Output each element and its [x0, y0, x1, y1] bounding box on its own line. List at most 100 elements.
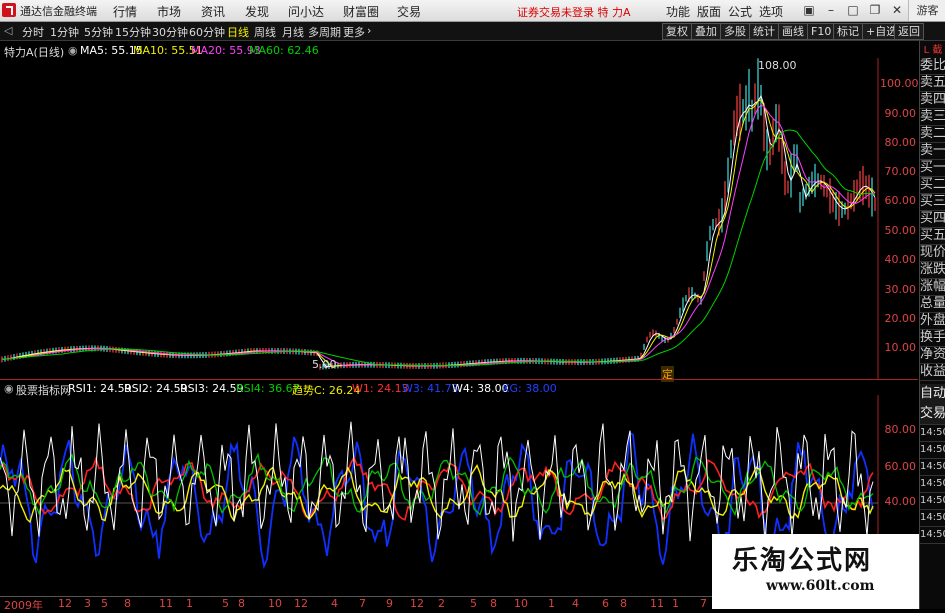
- period-5min[interactable]: 5分钟: [84, 24, 113, 40]
- sidebar-item-5[interactable]: 卖一: [920, 142, 945, 160]
- restore-icon[interactable]: ❐: [866, 2, 884, 18]
- menu-market[interactable]: 市场: [157, 3, 181, 20]
- mark-button[interactable]: 标记: [833, 23, 863, 40]
- f10-button[interactable]: F10: [807, 23, 836, 40]
- date-label: 3: [84, 597, 91, 610]
- sidebar-item-11[interactable]: 现价: [920, 244, 945, 262]
- date-label: 5: [222, 597, 229, 610]
- sidebar-item-6[interactable]: 买一: [920, 159, 945, 177]
- menu-trade[interactable]: 交易: [397, 3, 421, 20]
- date-label: 6: [602, 597, 609, 610]
- period-15min[interactable]: 15分钟: [115, 24, 151, 40]
- panel-divider: [0, 379, 918, 380]
- sidebar-item-12[interactable]: 涨跌: [920, 261, 945, 279]
- period-monthly[interactable]: 月线: [282, 24, 304, 40]
- menu-ask[interactable]: 问小达: [288, 3, 324, 20]
- date-label: 1: [548, 597, 555, 610]
- sidebar-item-17[interactable]: 净资: [920, 346, 945, 364]
- period-multi[interactable]: 多周期: [308, 24, 341, 40]
- sidebar-item-16[interactable]: 换手: [920, 329, 945, 347]
- period-60min[interactable]: 60分钟: [189, 24, 225, 40]
- minimize-icon[interactable]: –: [822, 2, 840, 18]
- sidebar-trade[interactable]: 交易: [920, 404, 945, 425]
- maximize-icon[interactable]: □: [844, 2, 862, 18]
- date-label: 2009年: [4, 599, 43, 612]
- menu-news[interactable]: 资讯: [201, 3, 225, 20]
- sidebar-time-5: 14:50: [920, 509, 945, 527]
- sidebar-item-1[interactable]: 卖五: [920, 74, 945, 92]
- period-1min[interactable]: 1分钟: [50, 24, 79, 40]
- date-label: 4: [572, 597, 579, 610]
- menu-function[interactable]: 功能: [666, 3, 690, 20]
- date-label: 1: [186, 597, 193, 610]
- date-label: 7: [700, 597, 707, 610]
- date-label: 8: [490, 597, 497, 610]
- menu-wealth[interactable]: 财富圈: [343, 3, 379, 20]
- sidebar-item-9[interactable]: 买四: [920, 210, 945, 228]
- w4-value: W4: 38.00: [452, 382, 509, 395]
- menu-options[interactable]: 选项: [759, 3, 783, 20]
- sidebar-item-18[interactable]: 收益: [920, 363, 945, 381]
- sidebar-time-6: 14:50: [920, 526, 945, 544]
- price-axis-label: 50.00: [884, 224, 917, 237]
- ma60-line: [1, 129, 876, 367]
- period-weekly[interactable]: 周线: [254, 24, 276, 40]
- overlay-button[interactable]: 叠加: [691, 23, 721, 40]
- period-tick[interactable]: 分时: [22, 24, 44, 40]
- date-label: 8: [620, 597, 627, 610]
- sidebar-top-label[interactable]: L 截: [920, 41, 945, 57]
- date-label: 10: [268, 597, 282, 610]
- sidebar-item-15[interactable]: 外盘: [920, 312, 945, 330]
- sidebar-item-0[interactable]: 委比: [920, 57, 945, 75]
- menu-layout[interactable]: 版面: [697, 3, 721, 20]
- date-label: 8: [238, 597, 245, 610]
- login-warning[interactable]: 证券交易未登录 特 力A: [517, 4, 631, 20]
- indicator-axis-label: 80.00: [884, 423, 917, 436]
- menu-discover[interactable]: 发现: [245, 3, 269, 20]
- price-axis-label: 30.00: [884, 283, 917, 296]
- sidebar-time-4: 14:50: [920, 492, 945, 510]
- sidebar-item-14[interactable]: 总量: [920, 295, 945, 313]
- app-logo-icon: [2, 3, 16, 17]
- skin-icon[interactable]: ▣: [800, 2, 818, 18]
- draw-button[interactable]: 画线: [778, 23, 808, 40]
- sidebar-item-13[interactable]: 涨幅: [920, 278, 945, 296]
- price-axis-label: 40.00: [884, 253, 917, 266]
- indicator-toggle-icon[interactable]: ◉: [4, 382, 14, 395]
- w3-value: W3: 41.73: [402, 382, 459, 395]
- price-chart[interactable]: [0, 58, 918, 380]
- period-30min[interactable]: 30分钟: [152, 24, 188, 40]
- price-axis-label: 100.00: [880, 77, 919, 90]
- sidebar-time-2: 14:50: [920, 458, 945, 476]
- sidebar-item-2[interactable]: 卖四: [920, 91, 945, 109]
- date-label: 7: [359, 597, 366, 610]
- period-daily[interactable]: 日线: [227, 24, 249, 40]
- multi-stock-button[interactable]: 多股: [720, 23, 750, 40]
- sidebar-item-3[interactable]: 卖三: [920, 108, 945, 126]
- stats-button[interactable]: 统计: [749, 23, 779, 40]
- xg-value: XG: 38.00: [502, 382, 557, 395]
- price-axis-label: 10.00: [884, 341, 917, 354]
- ma-toggle-icon[interactable]: ◉: [68, 44, 78, 57]
- close-icon[interactable]: ✕: [888, 2, 906, 18]
- period-more[interactable]: 更多: [343, 24, 365, 40]
- menu-formula[interactable]: 公式: [728, 3, 752, 20]
- prev-arrow-icon[interactable]: ◁: [4, 24, 12, 37]
- more-arrow-icon[interactable]: ›: [367, 24, 371, 37]
- date-label: 10: [514, 597, 528, 610]
- back-button[interactable]: 返回: [894, 23, 924, 40]
- guest-button[interactable]: 游客: [908, 0, 945, 21]
- watermark-title: 乐淘公式网: [732, 546, 873, 576]
- date-label: 4: [331, 597, 338, 610]
- period-toolbar: ◁ 分时 1分钟 5分钟 15分钟 30分钟 60分钟 日线 周线 月线 多周期…: [0, 22, 945, 41]
- sidebar-item-7[interactable]: 买二: [920, 176, 945, 194]
- sidebar-item-10[interactable]: 买五: [920, 227, 945, 245]
- date-label: 8: [124, 597, 131, 610]
- peak-price-label: 108.00: [758, 59, 797, 72]
- sidebar-auto[interactable]: 自动: [920, 384, 945, 405]
- date-label: 5: [470, 597, 477, 610]
- adjust-button[interactable]: 复权: [662, 23, 692, 40]
- sidebar-item-8[interactable]: 买三: [920, 193, 945, 211]
- sidebar-item-4[interactable]: 卖二: [920, 125, 945, 143]
- menu-quotes[interactable]: 行情: [113, 3, 137, 20]
